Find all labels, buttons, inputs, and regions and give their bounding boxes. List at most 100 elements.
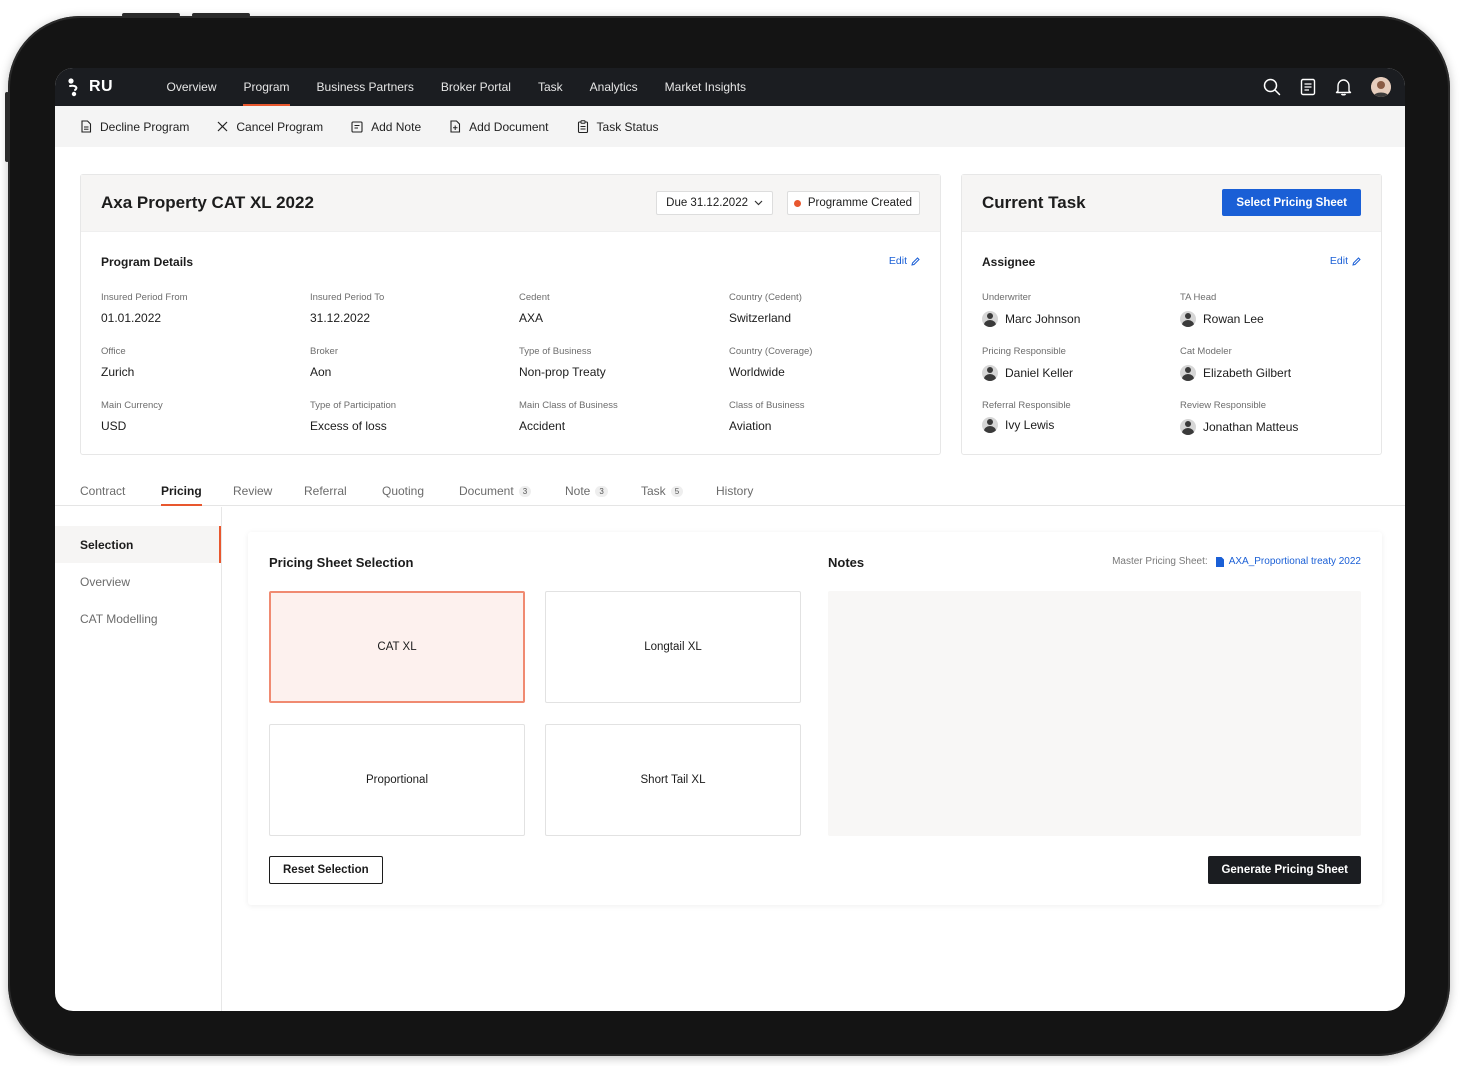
close-icon xyxy=(217,121,228,132)
task-status-button[interactable]: Task Status xyxy=(577,120,659,134)
tab-document[interactable]: Document 3 xyxy=(459,484,532,498)
pricing-option-cat-xl[interactable]: CAT XL xyxy=(269,591,525,703)
select-pricing-sheet-button[interactable]: Select Pricing Sheet xyxy=(1222,189,1361,216)
nav-market-insights[interactable]: Market Insights xyxy=(651,68,759,106)
field-label: Country (Cedent) xyxy=(729,292,802,303)
master-pricing-sheet-link[interactable]: AXA_Proportional treaty 2022 xyxy=(1215,556,1361,567)
field-value: Zurich xyxy=(101,365,135,379)
assignee-pricing-responsible: Pricing Responsible Daniel Keller xyxy=(982,346,1073,381)
decline-program-button[interactable]: Decline Program xyxy=(80,120,189,134)
chevron-down-icon xyxy=(754,200,763,206)
nav-broker-portal[interactable]: Broker Portal xyxy=(427,68,524,106)
field-class-of-business: Class of Business Aviation xyxy=(729,400,805,433)
cancel-program-button[interactable]: Cancel Program xyxy=(217,120,323,134)
note-icon xyxy=(351,120,363,133)
decline-program-label: Decline Program xyxy=(100,119,190,134)
search-icon[interactable] xyxy=(1263,78,1281,96)
master-pricing-sheet-label: Master Pricing Sheet: xyxy=(1112,556,1208,567)
device-button xyxy=(122,13,180,17)
avatar xyxy=(982,417,998,433)
program-card-header: Axa Property CAT XL 2022 Due 31.12.2022 … xyxy=(81,175,940,232)
field-label: Type of Participation xyxy=(310,400,397,411)
field-insured-period-from: Insured Period From 01.01.2022 xyxy=(101,292,188,325)
assignee-role: Underwriter xyxy=(982,292,1032,303)
app-screen: RU Overview Program Business Partners Br… xyxy=(55,68,1405,1011)
pencil-icon xyxy=(1352,256,1361,266)
notes-area[interactable] xyxy=(828,591,1361,836)
sidebar-item-overview[interactable]: Overview xyxy=(55,563,221,600)
program-edit-link[interactable]: Edit xyxy=(889,255,920,267)
sidebar-item-selection[interactable]: Selection xyxy=(55,526,221,563)
tab-label: History xyxy=(716,484,754,498)
tab-contract[interactable]: Contract xyxy=(80,484,125,498)
assignee-cat-modeler: Cat Modeler Elizabeth Gilbert xyxy=(1180,346,1291,381)
assignee-name: Rowan Lee xyxy=(1203,312,1264,326)
assignee-edit-link[interactable]: Edit xyxy=(1330,255,1361,267)
tab-referral[interactable]: Referral xyxy=(304,484,347,498)
tab-pricing[interactable]: Pricing xyxy=(161,484,202,506)
nav-icons xyxy=(1263,68,1391,106)
nav-program[interactable]: Program xyxy=(230,68,303,106)
tab-task[interactable]: Task 5 xyxy=(641,484,684,498)
user-avatar[interactable] xyxy=(1371,77,1391,97)
nav-business-partners[interactable]: Business Partners xyxy=(303,68,427,106)
brand-name: RU xyxy=(89,78,114,95)
document-list-icon[interactable] xyxy=(1300,78,1316,96)
assignee-name: Daniel Keller xyxy=(1005,366,1074,380)
nav-task[interactable]: Task xyxy=(524,68,576,106)
field-office: Office Zurich xyxy=(101,346,134,379)
pricing-option-longtail-xl[interactable]: Longtail XL xyxy=(545,591,801,703)
assignee-role: Pricing Responsible xyxy=(982,346,1066,357)
status-badge: Programme Created xyxy=(786,191,920,215)
add-document-icon xyxy=(450,120,461,133)
current-task-card: Current Task Select Pricing Sheet Assign… xyxy=(961,174,1382,455)
generate-pricing-sheet-button[interactable]: Generate Pricing Sheet xyxy=(1208,856,1361,884)
field-label: Class of Business xyxy=(729,400,805,411)
field-label: Insured Period From xyxy=(101,292,188,303)
due-date-dropdown[interactable]: Due 31.12.2022 xyxy=(656,191,773,215)
assignee-role: Review Responsible xyxy=(1180,400,1267,411)
due-date-label: Due 31.12.2022 xyxy=(666,197,748,209)
avatar xyxy=(982,311,998,327)
field-country-cedent: Country (Cedent) Switzerland xyxy=(729,292,802,325)
tab-count-badge: 3 xyxy=(518,485,532,497)
assignee-role: Cat Modeler xyxy=(1180,346,1232,357)
field-broker: Broker Aon xyxy=(310,346,338,379)
avatar xyxy=(1180,365,1196,381)
nav-links: Overview Program Business Partners Broke… xyxy=(153,68,760,106)
avatar xyxy=(1180,311,1196,327)
top-navigation: RU Overview Program Business Partners Br… xyxy=(55,68,1405,106)
field-label: Main Currency xyxy=(101,400,163,411)
tab-history[interactable]: History xyxy=(716,484,753,498)
tab-count-badge: 5 xyxy=(670,485,684,497)
nav-overview[interactable]: Overview xyxy=(153,68,230,106)
device-button xyxy=(5,92,9,162)
field-type-of-participation: Type of Participation Excess of loss xyxy=(310,400,396,433)
field-type-of-business: Type of Business Non-prop Treaty xyxy=(519,346,606,379)
field-value: Non-prop Treaty xyxy=(519,365,606,379)
file-icon xyxy=(1215,556,1224,567)
assignee-edit-label: Edit xyxy=(1329,255,1348,267)
pricing-option-short-tail-xl[interactable]: Short Tail XL xyxy=(545,724,801,836)
cancel-program-label: Cancel Program xyxy=(236,119,324,134)
program-title: Axa Property CAT XL 2022 xyxy=(101,193,314,212)
add-note-button[interactable]: Add Note xyxy=(351,120,421,134)
logo[interactable]: RU xyxy=(67,77,153,97)
tab-note[interactable]: Note 3 xyxy=(565,484,608,498)
tab-review[interactable]: Review xyxy=(233,484,272,498)
pricing-option-proportional[interactable]: Proportional xyxy=(269,724,525,836)
tab-label: Contract xyxy=(80,484,126,498)
field-value: Excess of loss xyxy=(310,419,387,433)
pricing-sheet-selection-title: Pricing Sheet Selection xyxy=(269,555,414,570)
field-insured-period-to: Insured Period To 31.12.2022 xyxy=(310,292,384,325)
nav-analytics[interactable]: Analytics xyxy=(576,68,651,106)
tab-label: Referral xyxy=(304,484,347,498)
assignee-title: Assignee xyxy=(982,255,1036,269)
add-document-button[interactable]: Add Document xyxy=(449,119,549,134)
field-value: Worldwide xyxy=(729,365,785,379)
bell-icon[interactable] xyxy=(1335,78,1352,96)
add-document-label: Add Document xyxy=(469,119,549,134)
tab-quoting[interactable]: Quoting xyxy=(382,484,424,498)
reset-selection-button[interactable]: Reset Selection xyxy=(269,856,383,884)
sidebar-item-cat-modelling[interactable]: CAT Modelling xyxy=(55,600,221,637)
